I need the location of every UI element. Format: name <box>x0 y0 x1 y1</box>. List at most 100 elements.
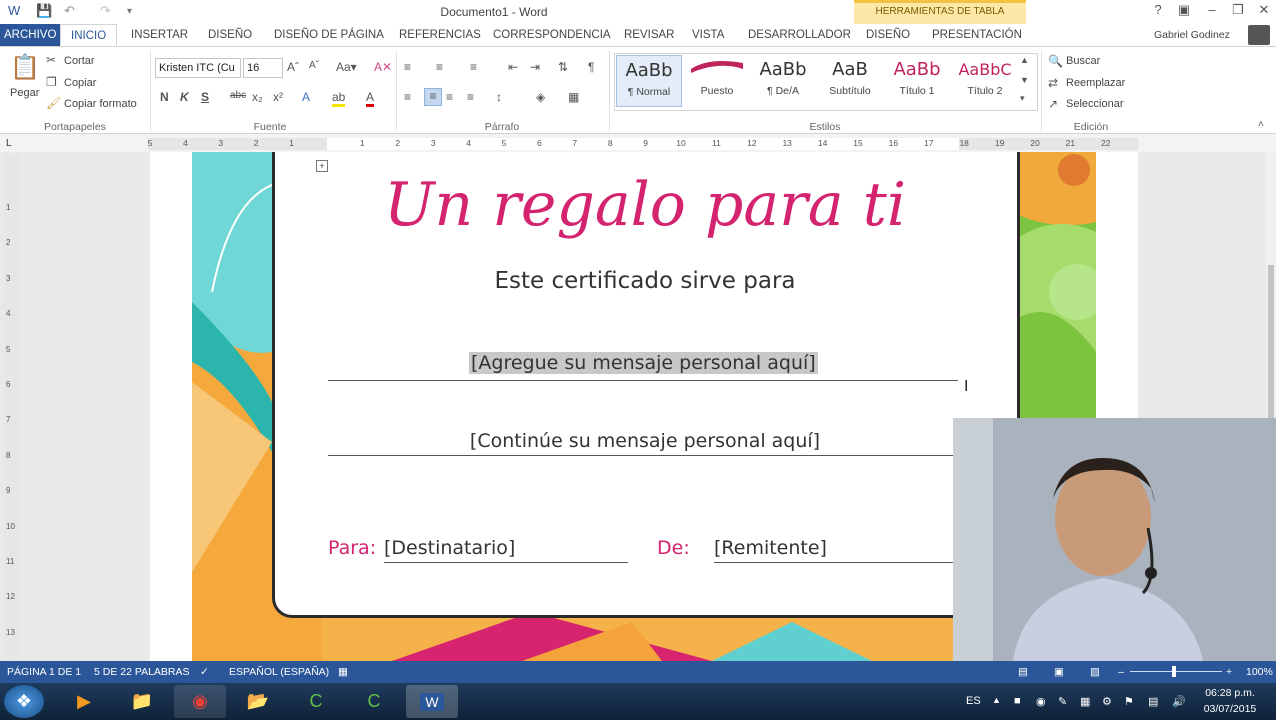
style-de-a[interactable]: AaBb ¶ De/A <box>750 55 816 107</box>
restore-button[interactable]: ❐ <box>1226 2 1250 22</box>
to-field[interactable]: [Destinatario] <box>384 537 515 559</box>
web-layout-icon[interactable]: ▧ <box>1090 666 1100 678</box>
style-puesto[interactable]: Puesto <box>684 55 750 107</box>
message-line-2[interactable]: [Continúe su mensaje personal aquí] <box>330 430 960 452</box>
subscript-icon[interactable]: x₂ <box>252 90 263 104</box>
tab-insertar[interactable]: INSERTAR <box>131 24 188 46</box>
clear-format-icon[interactable]: A✕ <box>374 60 392 74</box>
table-move-handle-icon[interactable]: + <box>316 160 328 172</box>
tab-referencias[interactable]: REFERENCIAS <box>399 24 481 46</box>
style-titulo-1[interactable]: AaBb Título 1 <box>884 55 950 107</box>
page-count[interactable]: PÁGINA 1 DE 1 <box>7 666 81 678</box>
tab-presentacion[interactable]: PRESENTACIÓN <box>932 24 1022 46</box>
zoom-in-icon[interactable]: + <box>1226 666 1232 678</box>
chrome-icon[interactable]: ◉ <box>174 685 226 718</box>
strikethrough-icon[interactable]: abc <box>230 90 246 101</box>
tab-diseno-tabla[interactable]: DISEÑO <box>866 24 910 46</box>
font-color-icon[interactable]: A <box>366 90 375 107</box>
word-count[interactable]: 5 DE 22 PALABRAS <box>94 666 190 678</box>
user-avatar[interactable] <box>1248 25 1270 45</box>
styles-scroll-up-icon[interactable]: ▲ <box>1020 55 1029 65</box>
certificate-title[interactable]: Un regalo para ti <box>330 170 960 240</box>
style-normal[interactable]: AaBb ¶ Normal <box>616 55 682 107</box>
message-line-1[interactable]: [Agregue su mensaje personal aquí] <box>469 352 818 374</box>
input-language[interactable]: ES <box>966 695 981 707</box>
horizontal-ruler[interactable]: 5 4 3 2 1 1 2 3 4 5 6 7 8 9 10 11 12 13 14 15 16 17 18 19 20 21 22 <box>0 138 1276 150</box>
close-button[interactable]: ✕ <box>1252 2 1276 22</box>
user-name[interactable]: Gabriel Godinez <box>1154 24 1230 46</box>
print-layout-icon[interactable]: ▣ <box>1054 666 1064 678</box>
select-button[interactable]: Seleccionar <box>1066 98 1123 110</box>
volume-icon[interactable]: 🔊 <box>1172 695 1186 708</box>
find-button[interactable]: Buscar <box>1066 55 1100 67</box>
file-explorer-icon[interactable]: 📁 <box>116 685 168 718</box>
tray-flag-icon[interactable]: ⚑ <box>1124 695 1134 708</box>
ribbon-display-button[interactable]: ▣ <box>1172 2 1196 22</box>
language-indicator[interactable]: ESPAÑOL (ESPAÑA) <box>229 666 329 678</box>
help-button[interactable]: ? <box>1146 2 1170 22</box>
tab-archivo[interactable]: ARCHIVO <box>0 24 61 46</box>
format-painter-button[interactable]: Copiar formato <box>64 98 137 110</box>
cut-button[interactable]: Cortar <box>64 55 95 67</box>
folder-icon[interactable]: 📂 <box>232 685 284 718</box>
tab-vista[interactable]: VISTA <box>692 24 724 46</box>
font-size-combo[interactable]: 16 <box>243 58 283 78</box>
replace-icon[interactable]: ⇄ <box>1048 76 1058 90</box>
scissors-icon[interactable]: ✂ <box>46 53 56 67</box>
select-icon[interactable]: ↗ <box>1048 97 1058 111</box>
grow-font-icon[interactable]: Aˆ <box>287 60 299 74</box>
macro-icon[interactable]: ▦ <box>338 666 348 678</box>
paste-icon[interactable]: 📋 <box>10 53 40 81</box>
change-case-icon[interactable]: Aa▾ <box>336 60 357 74</box>
tray-settings-icon[interactable]: ⚙ <box>1102 695 1112 708</box>
proofing-icon[interactable]: ✓ <box>200 666 209 678</box>
zoom-level[interactable]: 100% <box>1246 666 1273 678</box>
increase-indent-icon[interactable]: ⇥ <box>530 60 540 74</box>
tab-correspondencia[interactable]: CORRESPONDENCIA <box>493 24 611 46</box>
align-center-icon[interactable]: ≡ <box>424 88 442 106</box>
tab-inicio[interactable]: INICIO <box>60 24 118 46</box>
read-mode-icon[interactable]: ▤ <box>1018 666 1028 678</box>
from-field[interactable]: [Remitente] <box>714 537 827 559</box>
style-titulo-2[interactable]: AaBbC Título 2 <box>952 55 1018 107</box>
vertical-ruler[interactable]: 1 2 3 4 5 6 7 8 9 10 11 12 13 <box>4 155 20 660</box>
collapse-ribbon-icon[interactable]: ˄ <box>1258 119 1264 130</box>
network-icon[interactable]: ▤ <box>1148 695 1158 708</box>
replace-button[interactable]: Reemplazar <box>1066 77 1125 89</box>
camtasia-icon[interactable]: C <box>290 685 342 718</box>
scrollbar-thumb[interactable] <box>1268 265 1274 425</box>
tray-expand-icon[interactable]: ▲ <box>992 695 1001 705</box>
bold-icon[interactable]: N <box>160 90 169 104</box>
certificate-subtitle[interactable]: Este certificado sirve para <box>330 268 960 294</box>
clock-time[interactable]: 06:28 p.m. <box>1198 687 1262 699</box>
format-painter-icon[interactable]: 🖌 <box>46 96 61 110</box>
tab-desarrollador[interactable]: DESARROLLADOR <box>748 24 851 46</box>
paste-button[interactable]: Pegar <box>10 87 39 99</box>
styles-more-icon[interactable]: ▾ <box>1020 93 1025 104</box>
decrease-indent-icon[interactable]: ⇤ <box>508 60 518 74</box>
tray-skype-icon[interactable]: ◉ <box>1036 695 1046 708</box>
camtasia-recorder-icon[interactable]: C <box>348 685 400 718</box>
line-spacing-icon[interactable]: ↕ <box>496 90 502 104</box>
media-player-icon[interactable]: ▶ <box>58 685 110 718</box>
clock-date[interactable]: 03/07/2015 <box>1198 703 1262 715</box>
highlight-icon[interactable]: ab <box>332 90 346 107</box>
tray-app-icon[interactable]: ■ <box>1014 695 1021 707</box>
show-marks-icon[interactable]: ¶ <box>588 60 594 74</box>
numbering-icon[interactable]: ≡ <box>436 60 443 74</box>
text-effects-icon[interactable]: A <box>302 90 310 104</box>
tab-revisar[interactable]: REVISAR <box>624 24 675 46</box>
tray-tool-icon[interactable]: ✎ <box>1058 695 1067 708</box>
bullets-icon[interactable]: ≡ <box>404 60 411 74</box>
zoom-out-icon[interactable]: – <box>1118 666 1124 678</box>
zoom-slider-thumb[interactable] <box>1172 666 1176 677</box>
superscript-icon[interactable]: x² <box>273 90 283 104</box>
tray-network-tool-icon[interactable]: ▦ <box>1080 695 1090 708</box>
font-name-combo[interactable]: Kristen ITC (Cu <box>155 58 241 78</box>
minimize-button[interactable]: – <box>1200 2 1224 22</box>
justify-icon[interactable]: ≡ <box>467 90 474 104</box>
copy-button[interactable]: Copiar <box>64 77 96 89</box>
multilevel-list-icon[interactable]: ≡ <box>470 60 477 74</box>
underline-icon[interactable]: S <box>201 90 209 104</box>
start-button[interactable]: ❖ <box>4 685 44 718</box>
